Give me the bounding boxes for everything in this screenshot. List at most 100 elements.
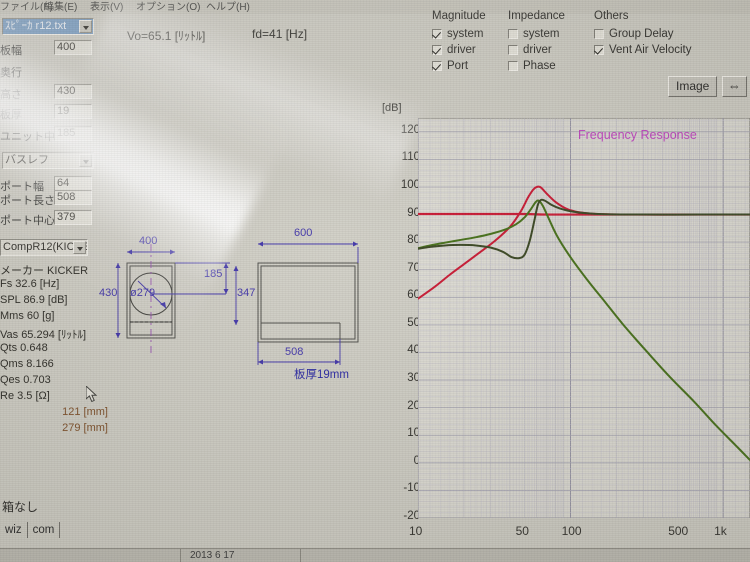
y-tick-3: 90 [407,206,420,219]
y-tick-4: 80 [407,234,420,247]
y-tick-7: 50 [407,316,420,329]
file-select-combo[interactable]: ｽﾋﾟｰｶ r12.txt [2,18,94,35]
option-group-1: Impedance system driver Phase [508,10,565,74]
taskbar-divider-0 [180,549,181,562]
checkbox-icon[interactable] [432,45,442,55]
checkbox-icon[interactable] [432,29,442,39]
chart-title: Frequency Response [578,128,697,142]
front-height-dim: 430 [99,287,118,299]
driver-spec-row-2: SPL 86.9 [dB] [0,294,68,306]
y-tick-10: 20 [407,399,420,412]
driver-diameter-dim: ø279 [130,287,156,299]
driver-spec-row-9: 121 [mm] [62,406,108,418]
checkbox-icon[interactable] [508,29,518,39]
option-group-heading-2: Others [594,10,629,22]
side-height-dim: 347 [237,287,256,299]
checkbox-icon[interactable] [432,61,442,71]
enclosure-note: 箱なし [2,500,39,514]
option-label: Port [447,60,469,72]
chevron-down-icon[interactable] [79,20,92,33]
sheet-tab-strip: wiz com [0,522,61,540]
taskbar-item-1[interactable]: 2013 6 17 [190,550,235,561]
port-label-1: ポート長さ [0,195,55,207]
option-row-1-0[interactable]: system [508,26,565,42]
y-tick-1: 110 [401,151,420,164]
image-toolbar: Image ⇔ [668,76,747,97]
volume-readout: Vo=65.1 [ﾘｯﾄﾙ] [127,29,206,43]
taskbar: 2013 6 17 [0,548,750,562]
option-label: driver [523,44,552,56]
param-label-0: 板幅 [0,45,22,57]
y-tick-9: 30 [407,372,420,385]
option-row-1-1[interactable]: driver [508,42,565,58]
option-row-2-1[interactable]: Vent Air Velocity [594,42,691,58]
file-select-value: ｽﾋﾟｰｶ r12.txt [5,20,67,32]
y-tick-13: -10 [403,482,420,495]
fd-readout: fd=41 [Hz] [252,27,308,41]
driver-spec-row-0: メーカー KICKER [0,265,89,277]
image-button[interactable]: Image [668,76,718,97]
x-tick-3: 500 [668,524,689,538]
x-tick-4: 1k [714,524,727,538]
port-label-2: ポート中心 [0,215,55,227]
y-tick-14: -20 [403,510,420,522]
option-label: system [447,28,484,40]
driver-spec-row-5: Qts 0.648 [0,342,48,354]
y-tick-12: 0 [413,454,420,467]
enclosure-drawing-svg [115,241,359,365]
option-group-heading-0: Magnitude [432,10,486,22]
param-input-2[interactable]: 430 [54,84,92,99]
menu-item-4[interactable]: ヘルプ(H) [206,0,250,13]
menu-item-2[interactable]: 表示(V) [90,0,123,13]
option-row-0-2[interactable]: Port [432,58,486,74]
param-input-4[interactable]: 185 [54,126,92,141]
driver-spec-row-1: Fs 32.6 [Hz] [0,278,60,290]
checkbox-icon[interactable] [594,29,604,39]
option-row-0-0[interactable]: system [432,26,486,42]
option-row-1-2[interactable]: Phase [508,58,565,74]
checkbox-icon[interactable] [594,45,604,55]
port-input-2[interactable]: 379 [54,210,92,225]
port-input-1[interactable]: 508 [54,190,92,205]
plot-background [418,118,750,518]
option-group-2: Others Group Delay Vent Air Velocity [594,10,691,58]
application-screen: ファイル(F) 編集(E) 表示(V) オプション(O) ヘルプ(H) Vo=65.1 … [0,0,750,562]
taskbar-divider-1 [300,549,301,562]
menu-item-1[interactable]: 編集(E) [44,0,77,13]
y-tick-0: 120 [400,123,420,136]
menu-item-3[interactable]: オプション(O) [136,0,200,13]
chevron-down-icon[interactable] [79,154,92,167]
front-width-dim: 400 [139,235,158,247]
driver-spec-row-4: Vas 65.294 [ﾘｯﾄﾙ] [0,329,87,341]
chevron-down-icon[interactable] [73,241,86,254]
option-label: Phase [523,60,556,72]
param-input-3[interactable]: 19 [54,104,92,119]
port-length-dim: 508 [285,346,304,358]
resize-handle-icon[interactable]: ⇔ [721,76,747,97]
side-depth-dim: 600 [294,227,313,239]
sheet-tab-1[interactable]: com [28,522,61,538]
y-tick-5: 70 [407,261,420,274]
enclosure-type-value: バスレフ [5,154,49,166]
enclosure-type-combo[interactable]: バスレフ [2,152,94,169]
param-label-1: 奥行 [0,67,22,79]
sheet-tab-0[interactable]: wiz [0,522,28,538]
chart-y-axis-unit: [dB] [382,102,402,114]
enclosure-drawing: 400 430 ø279 185 600 347 508 板厚19mm [99,222,393,397]
y-tick-8: 40 [407,344,420,357]
option-row-0-1[interactable]: driver [432,42,486,58]
checkbox-icon[interactable] [508,45,518,55]
mouse-cursor-icon [86,386,98,403]
port-input-0[interactable]: 64 [54,176,92,191]
checkbox-icon[interactable] [508,61,518,71]
driver-select-combo[interactable]: CompR12(KICKER) [0,239,88,256]
option-row-2-0[interactable]: Group Delay [594,26,691,42]
option-label: Group Delay [609,28,674,40]
side-view-outline [257,262,359,343]
option-label: Vent Air Velocity [609,44,692,56]
param-input-0[interactable]: 400 [54,40,92,55]
chart-plot-area [418,118,750,518]
frequency-response-chart: [dB] Frequency Response 120 110 100 90 80 70 6… [382,98,750,546]
option-label: driver [447,44,476,56]
driver-spec-row-6: Qms 8.166 [0,358,54,370]
